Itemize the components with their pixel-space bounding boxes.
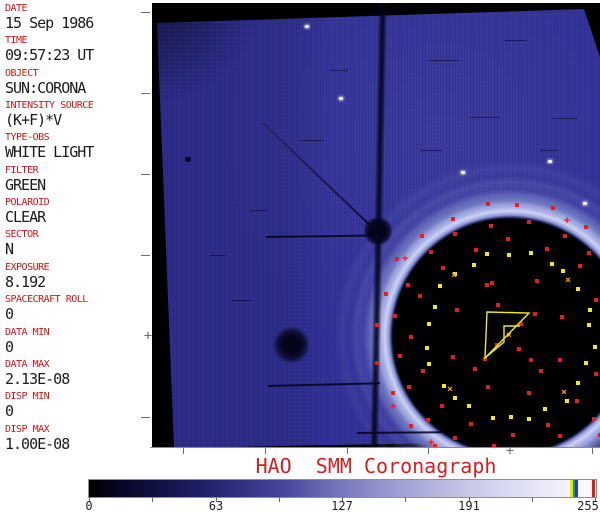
metadata-value: 09:57:23 UT [5,47,93,64]
metadata-panel: DATE15 Sep 1986 TIME09:57:23 UT OBJECTSUN:… [0,0,152,462]
metadata-value: GREEN [5,177,45,194]
metadata-entry: DATE15 Sep 1986 [5,3,93,32]
metadata-label: TIME [5,35,93,46]
colorbar-tick [279,497,280,502]
colorbar-tick [152,497,153,502]
colorbar-tick-label: 0 [59,499,119,512]
colorbar-tick [532,497,533,502]
metadata-value: CLEAR [5,209,49,226]
colorbar-tick-label: 191 [439,499,499,512]
colorbar-tick-label: 127 [312,499,372,512]
metadata-entry: TIME09:57:23 UT [5,35,93,64]
coronagraph-viewer-window: DATE15 Sep 1986 TIME09:57:23 UT OBJECTSUN:… [0,0,600,512]
metadata-value: 2.13E-08 [5,371,69,388]
metadata-entry: OBJECTSUN:CORONA [5,68,85,97]
overlay-polygon [152,3,600,447]
metadata-value: 1.00E-08 [5,436,69,453]
axis-tick-left [141,174,150,175]
axis-tick-left [141,255,150,256]
colorbar-overlay-stripe [592,480,595,497]
metadata-entry: DISP MIN0 [5,391,49,420]
intensity-colorbar [88,479,597,498]
metadata-label: POLAROID [5,197,49,208]
axis-tick-left [141,417,150,418]
axis-tick-left [141,12,150,13]
metadata-label: INTENSITY SOURCE [5,100,93,111]
axis-tick-bottom [183,448,184,454]
metadata-value: N [5,241,38,258]
metadata-label: SECTOR [5,229,38,240]
metadata-value: WHITE LIGHT [5,144,93,161]
colorbar-tick-label: 63 [186,499,246,512]
metadata-label: SPACECRAFT ROLL [5,294,88,305]
metadata-label: DATA MAX [5,359,69,370]
metadata-label: FILTER [5,165,45,176]
colorbar-overlay-stripe [575,480,578,497]
metadata-entry: INTENSITY SOURCE(K+F)*V [5,100,93,129]
metadata-value: 8.192 [5,274,49,291]
metadata-entry: SPACECRAFT ROLL0 [5,294,88,323]
metadata-value: (K+F)*V [5,112,93,129]
metadata-label: DISP MAX [5,424,69,435]
axis-tick-bottom [347,448,348,454]
metadata-entry: SECTORN [5,229,38,258]
colorbar-tick [405,497,406,502]
metadata-entry: DATA MAX2.13E-08 [5,359,69,388]
metadata-label: DATE [5,3,93,14]
axis-tick-bottom [592,448,593,454]
metadata-label: TYPE-OBS [5,132,93,143]
axis-plus-bottom: + [506,444,514,458]
metadata-entry: EXPOSURE8.192 [5,262,49,291]
plot-title: HAO SMM Coronagraph [152,454,600,478]
metadata-value: 0 [5,339,49,356]
axis-tick-bottom [265,448,266,454]
metadata-entry: POLAROIDCLEAR [5,197,49,226]
metadata-entry: FILTERGREEN [5,165,45,194]
colorbar-tick-label: 255 [558,499,600,512]
metadata-label: DATA MIN [5,327,49,338]
axis-tick-bottom [428,448,429,454]
metadata-entry: DATA MIN0 [5,327,49,356]
metadata-label: OBJECT [5,68,85,79]
axis-tick-left [141,93,150,94]
metadata-entry: DISP MAX1.00E-08 [5,424,69,453]
metadata-value: SUN:CORONA [5,80,85,97]
metadata-value: 0 [5,403,49,420]
metadata-value: 0 [5,306,88,323]
plot-baseline [150,447,600,448]
metadata-label: EXPOSURE [5,262,49,273]
metadata-label: DISP MIN [5,391,49,402]
coronagraph-image: ×××××++++ [152,3,600,447]
axis-plus-left: + [144,329,152,343]
metadata-entry: TYPE-OBSWHITE LIGHT [5,132,93,161]
metadata-value: 15 Sep 1986 [5,15,93,32]
